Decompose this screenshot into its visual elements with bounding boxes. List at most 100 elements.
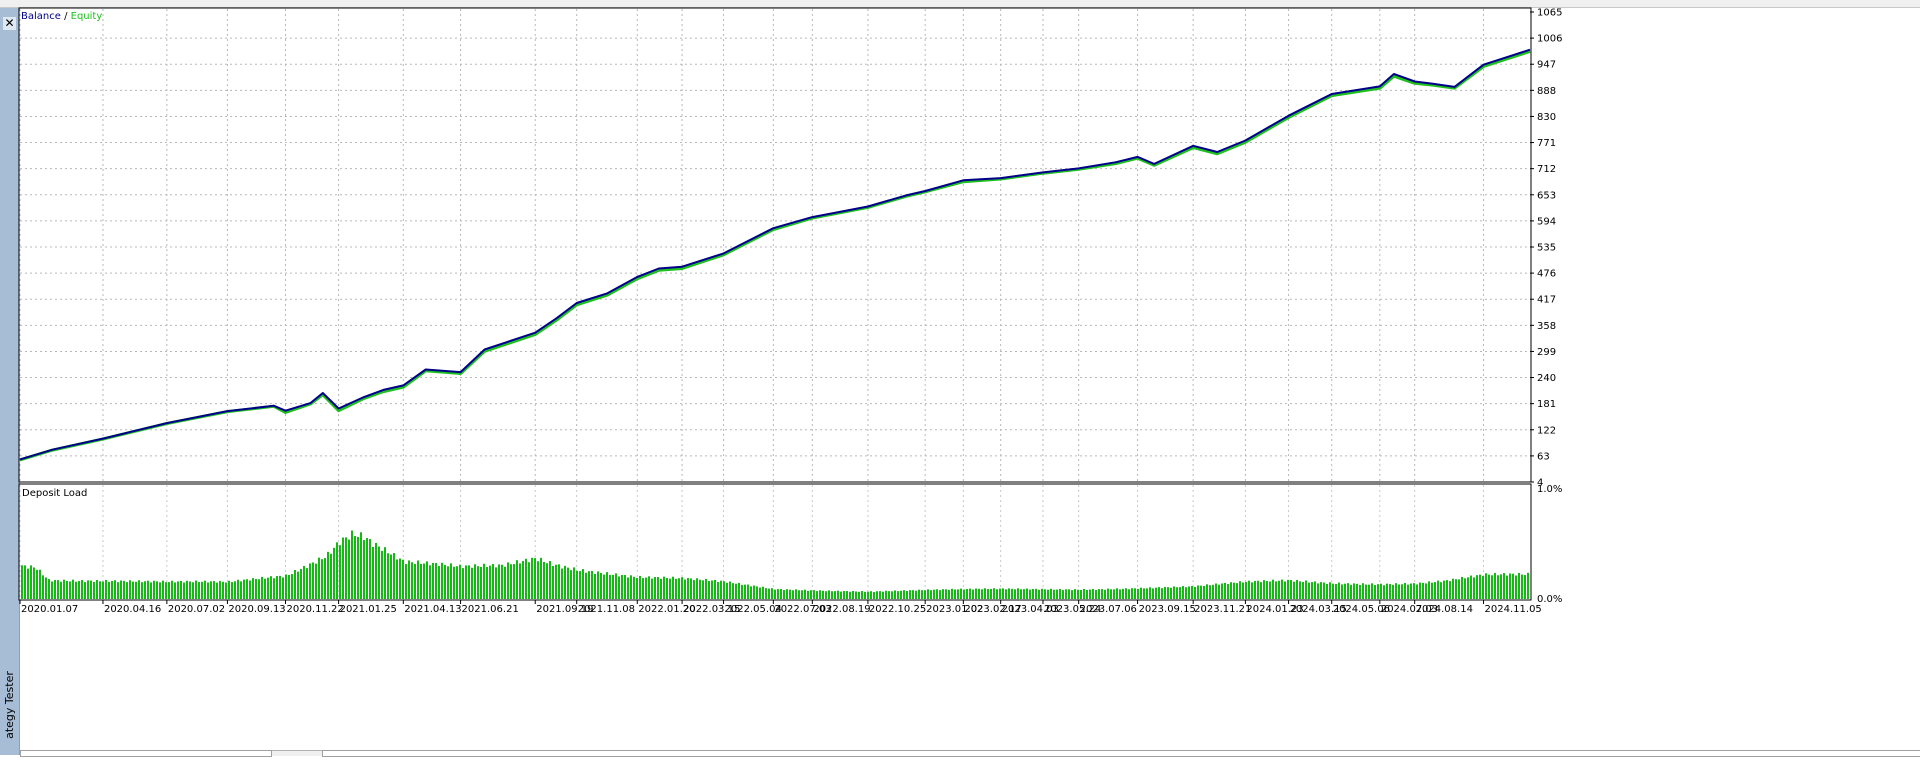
load-bar xyxy=(129,580,131,599)
load-bar xyxy=(255,578,257,599)
load-bar xyxy=(684,579,686,599)
x-tick-label: 2020.11.22 xyxy=(286,604,343,615)
load-bar xyxy=(999,588,1001,599)
load-bar xyxy=(510,564,512,599)
x-tick-label: 2023.11.21 xyxy=(1194,604,1251,615)
bottom-tab-right[interactable] xyxy=(322,750,1920,757)
load-bar xyxy=(1467,577,1469,599)
load-bar xyxy=(573,567,575,599)
load-bar xyxy=(516,560,518,599)
load-bar xyxy=(1272,579,1274,599)
load-bar xyxy=(513,564,515,599)
load-bar xyxy=(483,563,485,599)
load-bar xyxy=(1326,583,1328,599)
load-bar xyxy=(1005,589,1007,599)
load-bar xyxy=(78,580,80,599)
load-bar xyxy=(942,589,944,599)
load-bar xyxy=(1446,580,1448,599)
load-bar xyxy=(924,590,926,599)
load-bar xyxy=(438,566,440,599)
load-bar xyxy=(489,565,491,599)
load-bar xyxy=(885,590,887,599)
load-bar xyxy=(486,566,488,599)
load-bar xyxy=(159,582,161,599)
load-bar xyxy=(339,545,341,599)
load-bar xyxy=(1470,575,1472,599)
legend-balance: Balance xyxy=(21,11,61,22)
load-bar xyxy=(1269,581,1271,599)
load-bar xyxy=(897,591,899,599)
load-bar xyxy=(750,586,752,599)
load-bar xyxy=(978,588,980,599)
load-bar xyxy=(711,580,713,599)
load-bar xyxy=(861,591,863,599)
load-bar xyxy=(1053,589,1055,599)
load-bar xyxy=(849,591,851,599)
load-bar xyxy=(1041,588,1043,599)
deposit-load-frame xyxy=(18,483,1532,601)
load-bar xyxy=(1419,582,1421,599)
load-bar xyxy=(930,590,932,599)
load-bar xyxy=(963,589,965,599)
load-bar xyxy=(201,581,203,599)
load-bar xyxy=(162,580,164,599)
load-bar xyxy=(138,580,140,599)
load-bar xyxy=(216,582,218,599)
load-bar xyxy=(597,571,599,599)
load-bar xyxy=(72,579,74,599)
load-bar xyxy=(1095,590,1097,599)
load-bar xyxy=(465,565,467,599)
load-bar xyxy=(156,581,158,599)
load-bar xyxy=(1365,584,1367,599)
load-bar xyxy=(36,569,38,599)
load-bar xyxy=(273,578,275,599)
load-bar xyxy=(1050,588,1052,599)
load-bar xyxy=(552,566,554,599)
load-bar xyxy=(1194,587,1196,599)
load-bar xyxy=(609,574,611,599)
load-bar xyxy=(462,568,464,599)
load-bar xyxy=(903,590,905,599)
load-bar xyxy=(864,591,866,599)
load-bar xyxy=(1278,580,1280,599)
load-bar xyxy=(567,567,569,599)
load-bar xyxy=(432,562,434,599)
load-bar xyxy=(1110,589,1112,599)
load-bar xyxy=(222,581,224,599)
load-bar xyxy=(858,591,860,599)
load-bar xyxy=(294,569,296,599)
load-bar xyxy=(1350,584,1352,599)
load-bar xyxy=(1152,588,1154,599)
load-bar xyxy=(525,558,527,599)
bottom-tab-left[interactable] xyxy=(20,750,272,757)
load-bar xyxy=(579,571,581,599)
load-bar xyxy=(816,591,818,599)
load-bar xyxy=(882,591,884,599)
load-bar xyxy=(1389,584,1391,599)
load-bar xyxy=(57,580,59,599)
load-bar xyxy=(228,580,230,599)
load-bar xyxy=(705,578,707,599)
load-bar xyxy=(1098,589,1100,599)
load-bar xyxy=(303,565,305,599)
x-tick-label: 2023.07.06 xyxy=(1080,604,1137,615)
load-bar xyxy=(243,579,245,599)
load-bar xyxy=(768,588,770,599)
load-bar xyxy=(183,582,185,599)
load-bar xyxy=(477,566,479,599)
load-bar xyxy=(498,564,500,599)
load-bar xyxy=(1506,575,1508,599)
load-bar xyxy=(1173,586,1175,599)
load-bar xyxy=(891,591,893,599)
load-bar xyxy=(669,578,671,599)
load-bar xyxy=(1131,588,1133,599)
load-bar xyxy=(1017,588,1019,599)
load-bar xyxy=(249,580,251,599)
load-bar xyxy=(519,563,521,599)
load-bar xyxy=(1125,588,1127,599)
y-tick-label: 122 xyxy=(1537,425,1556,436)
load-bar xyxy=(1485,573,1487,599)
load-bar xyxy=(270,576,272,599)
load-bar xyxy=(594,573,596,599)
load-bar xyxy=(27,568,29,599)
